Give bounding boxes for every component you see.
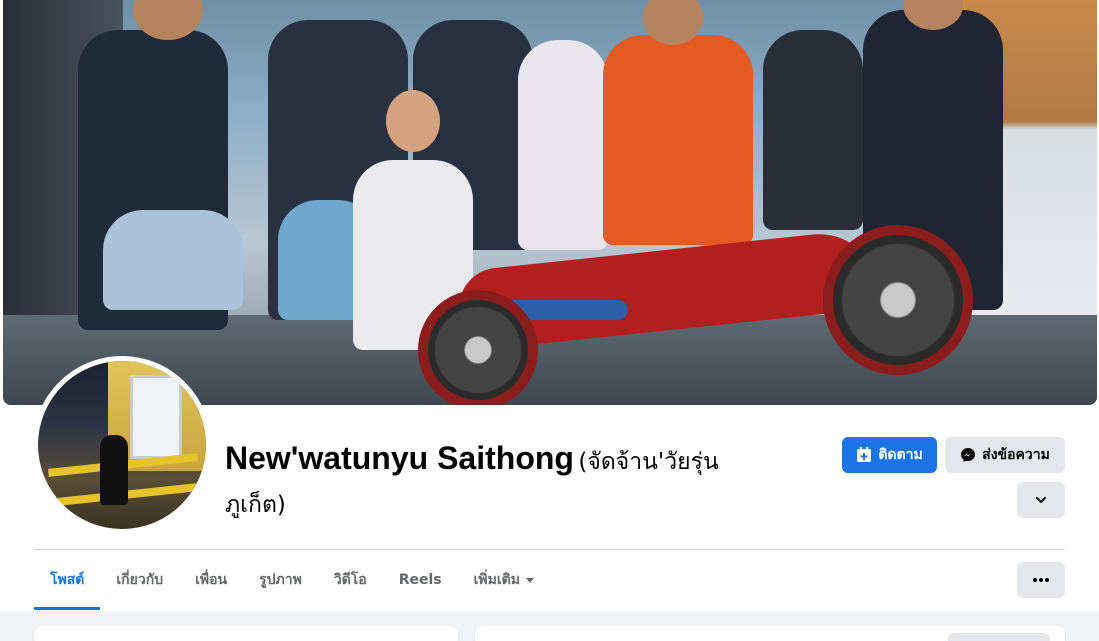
cover-photo[interactable] [3, 0, 1097, 405]
tab-reels[interactable]: Reels [383, 550, 458, 610]
tab-friends[interactable]: เพื่อน [179, 550, 243, 610]
profile-name: New'watunyu Saithong (จัดจ้าน'วัยรุ่น ภู… [225, 438, 785, 528]
tab-photos[interactable]: รูปภาพ [243, 550, 318, 610]
tab-posts[interactable]: โพสต์ [34, 550, 101, 610]
chevron-down-icon [1036, 497, 1046, 503]
tab-about[interactable]: เกี่ยวกับ [100, 550, 179, 610]
tab-more[interactable]: เพิ่มเติม [458, 550, 550, 610]
ellipsis-icon [1033, 578, 1049, 582]
tab-videos[interactable]: วิดีโอ [318, 550, 383, 610]
follow-button[interactable]: ติดตาม [842, 437, 937, 473]
caret-down-icon [525, 577, 534, 583]
follow-button-label: ติดตาม [878, 447, 923, 463]
profile-name-main: New'watunyu Saithong [225, 440, 574, 476]
intro-card [34, 626, 458, 641]
messenger-icon [961, 448, 976, 462]
motorcycle [418, 180, 978, 405]
profile-tabs: โพสต์ เกี่ยวกับ เพื่อน รูปภาพ วิดีโอ Ree… [34, 550, 550, 610]
avatar-photo [38, 361, 206, 529]
follow-icon [857, 447, 872, 462]
filter-button[interactable] [948, 633, 1050, 641]
message-button[interactable]: ส่งข้อความ [945, 437, 1065, 473]
profile-options-button[interactable] [1017, 482, 1065, 518]
profile-avatar[interactable] [33, 356, 211, 534]
message-button-label: ส่งข้อความ [982, 447, 1050, 463]
more-options-button[interactable] [1017, 562, 1065, 598]
